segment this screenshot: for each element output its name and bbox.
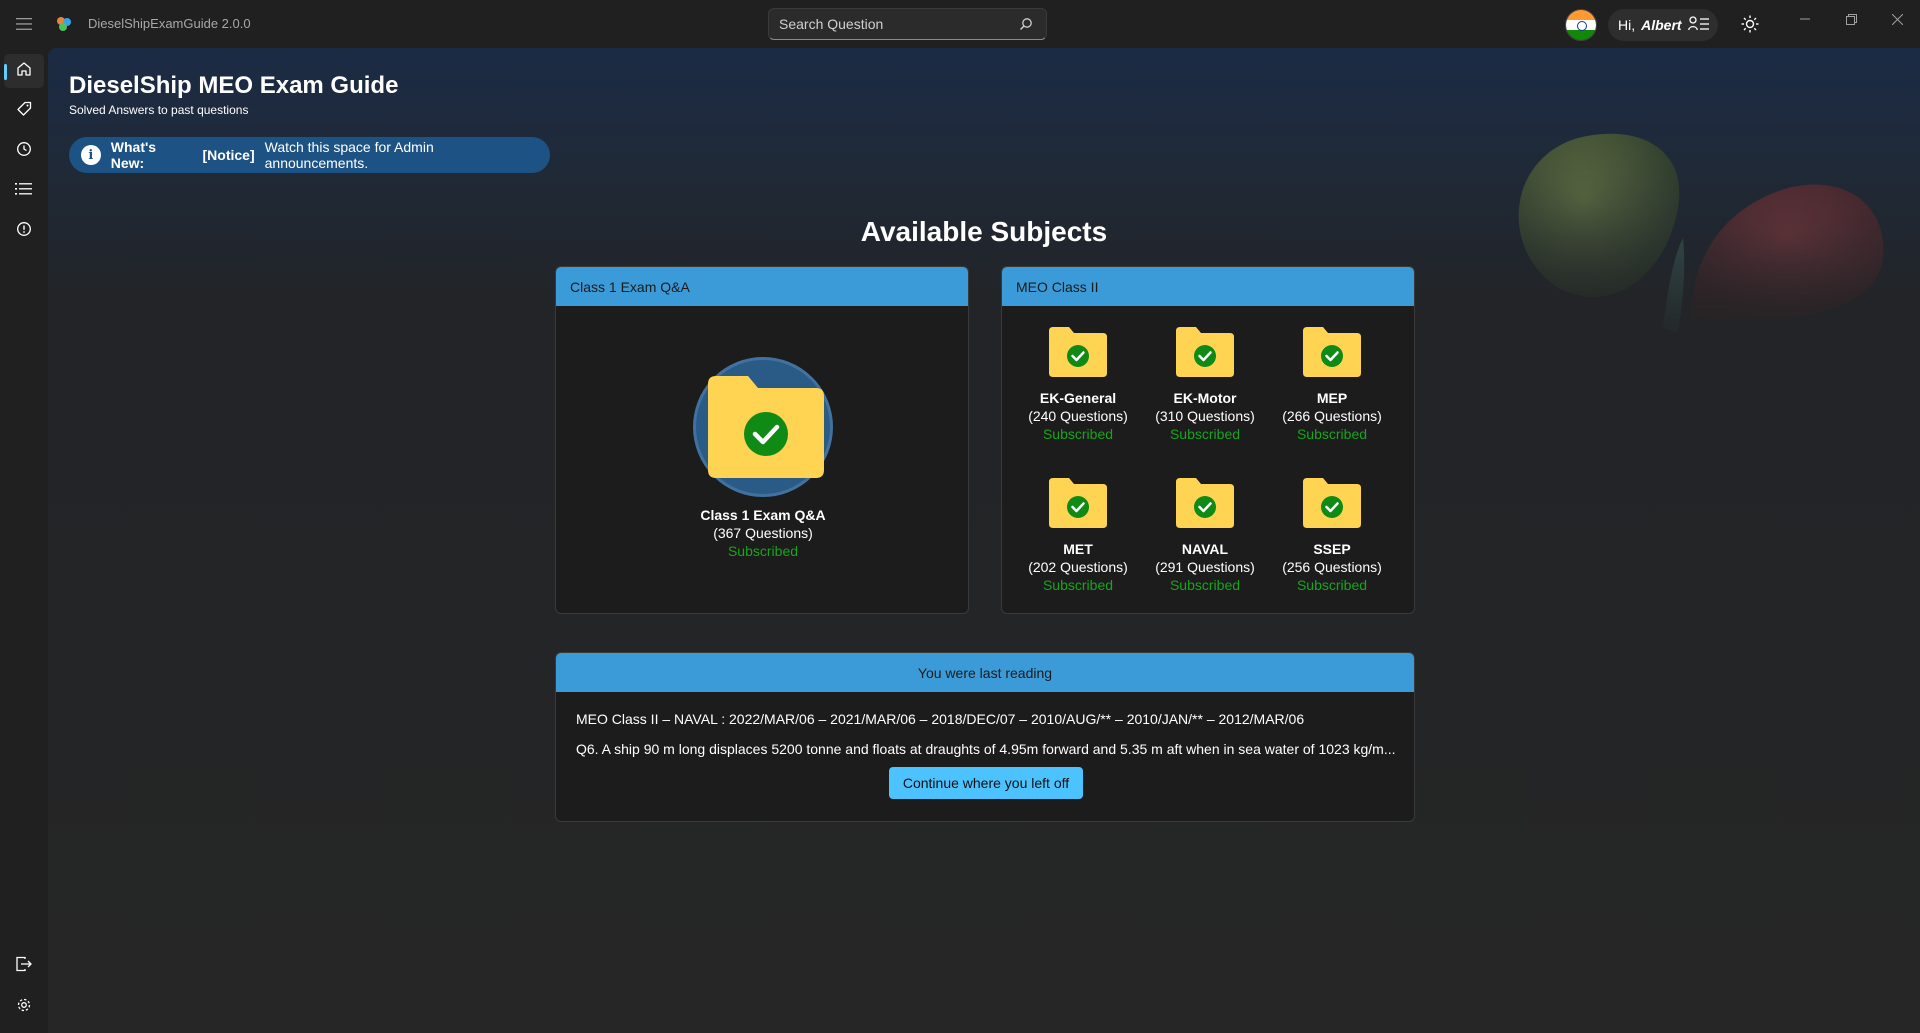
nav-logout[interactable] [4,949,44,983]
subject-name: MET [1063,541,1093,557]
subject-naval[interactable]: NAVAL (291 Questions) Subscribed [1141,476,1269,593]
list-icon [15,182,33,201]
subject-mep[interactable]: MEP (266 Questions) Subscribed [1268,325,1396,442]
title-bar: DieselShipExamGuide 2.0.0 Hi, Albert [0,0,1920,48]
continue-reading-button[interactable]: Continue where you left off [889,767,1083,799]
app-title: DieselShipExamGuide 2.0.0 [88,16,251,31]
subject-count: (310 Questions) [1155,408,1255,424]
subject-status: Subscribed [1296,426,1368,442]
subject-met[interactable]: MET (202 Questions) Subscribed [1014,476,1142,593]
folder-check-icon [1176,478,1234,528]
subject-status: Subscribed [727,543,799,559]
subject-ssep[interactable]: SSEP (256 Questions) Subscribed [1268,476,1396,593]
folder-check-icon [1176,327,1234,377]
folder-check-icon [708,376,824,478]
nav-tags[interactable] [4,94,44,128]
subject-status: Subscribed [1169,426,1241,442]
subject-count: (240 Questions) [1028,408,1128,424]
class1-card: Class 1 Exam Q&A Class 1 Exam Q&A (367 Q… [555,266,969,614]
subject-name: MEP [1316,390,1348,406]
subject-name: EK-Motor [1173,390,1237,406]
last-reading-card: You were last reading MEO Class II – NAV… [555,652,1415,822]
last-reading-path: MEO Class II – NAVAL : 2022/MAR/06 – 202… [576,711,1305,727]
nav-settings[interactable] [4,990,44,1024]
subject-count: (266 Questions) [1282,408,1382,424]
subject-count: (202 Questions) [1028,559,1128,575]
subject-name: SSEP [1313,541,1351,557]
info-icon [16,221,32,242]
folder-check-icon [1303,327,1361,377]
subject-class1[interactable]: Class 1 Exam Q&A (367 Questions) Subscri… [556,357,968,559]
user-greeting: Hi, [1618,17,1636,33]
user-list-icon [1687,15,1710,35]
settings-icon [16,997,32,1018]
meo-class2-card: MEO Class II EK-General (240 Questions) … [1001,266,1415,614]
user-name: Albert [1641,17,1682,33]
search-box[interactable] [768,8,1047,40]
notice-tag: [Notice] [202,147,255,163]
search-icon[interactable] [1016,14,1036,34]
folder-check-icon [1303,478,1361,528]
subject-ring [693,357,833,497]
subject-status: Subscribed [1169,577,1241,593]
whats-new-notice[interactable]: i What's New: [Notice] Watch this space … [69,137,550,173]
notice-label: What's New: [110,139,157,171]
search-input[interactable] [779,16,1016,32]
folder-check-icon [1049,327,1107,377]
history-icon [16,141,32,162]
subject-name: Class 1 Exam Q&A [700,507,826,523]
brightness-icon[interactable] [1738,12,1762,36]
subject-count: (256 Questions) [1282,559,1382,575]
hamburger-menu-icon[interactable] [12,12,36,36]
subject-status: Subscribed [1042,426,1114,442]
subject-name: EK-General [1039,390,1117,406]
logout-icon [15,956,33,977]
subject-ek-motor[interactable]: EK-Motor (310 Questions) Subscribed [1141,325,1269,442]
subject-ek-general[interactable]: EK-General (240 Questions) Subscribed [1014,325,1142,442]
subject-name: NAVAL [1181,541,1229,557]
class1-card-header: Class 1 Exam Q&A [556,267,968,306]
india-flag-icon[interactable] [1565,9,1597,41]
home-icon [16,61,32,82]
nav-home[interactable] [4,54,44,88]
main-content: DieselShip MEO Exam Guide Solved Answers… [48,48,1920,1033]
subject-count: (291 Questions) [1155,559,1255,575]
info-icon: i [81,145,101,165]
section-title: Available Subjects [860,216,1108,247]
nav-list[interactable] [4,174,44,208]
page-subtitle: Solved Answers to past questions [69,103,249,117]
nav-history[interactable] [4,134,44,168]
tag-icon [16,101,32,122]
subject-count: (367 Questions) [713,525,813,541]
close-icon[interactable] [1874,4,1920,34]
page-title: DieselShip MEO Exam Guide [69,72,399,99]
folder-check-icon [1049,478,1107,528]
last-reading-header: You were last reading [556,653,1414,692]
notice-text: Watch this space for Admin announcements… [264,139,434,171]
nav-about[interactable] [4,214,44,248]
app-logo-icon [54,14,74,34]
user-profile-button[interactable]: Hi, Albert [1608,9,1718,41]
left-navigation [0,48,48,1033]
last-reading-question: Q6. A ship 90 m long displaces 5200 tonn… [576,741,1396,757]
minimize-icon[interactable] [1782,4,1828,34]
subject-status: Subscribed [1296,577,1368,593]
meo-class2-card-header: MEO Class II [1002,267,1414,306]
restore-icon[interactable] [1828,4,1874,34]
subject-status: Subscribed [1042,577,1114,593]
